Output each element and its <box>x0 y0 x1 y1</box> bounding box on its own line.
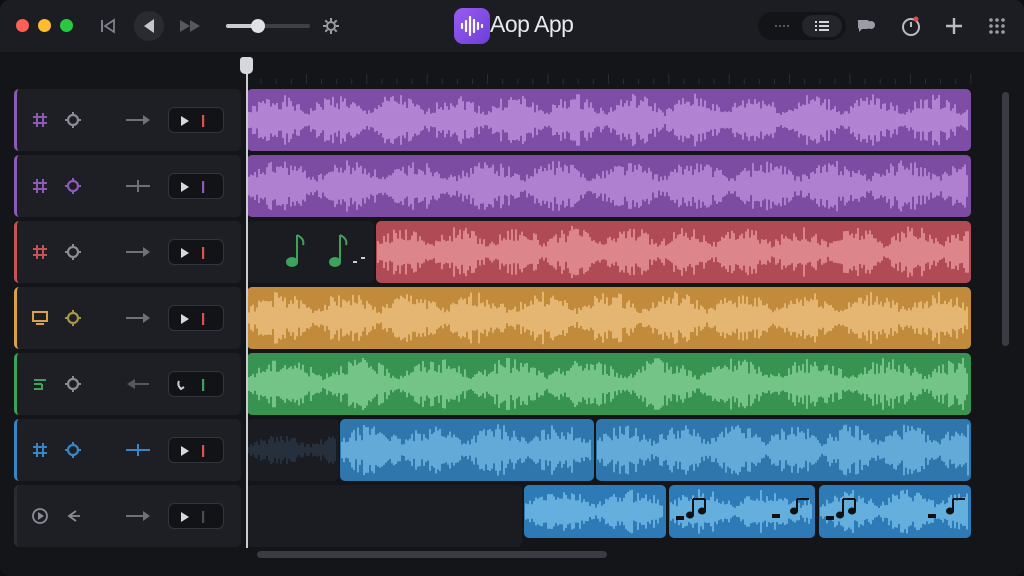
audio-clip[interactable] <box>247 155 971 217</box>
track-play-button[interactable] <box>168 305 224 331</box>
audio-clip[interactable] <box>524 485 666 538</box>
track-header-7[interactable] <box>14 485 241 547</box>
track-header-1[interactable] <box>14 89 241 151</box>
play-reverse-button[interactable] <box>134 11 164 41</box>
audio-clip[interactable] <box>340 419 594 481</box>
audio-clip[interactable] <box>596 419 971 481</box>
puzzle-icon[interactable] <box>64 309 82 327</box>
track-header-4[interactable] <box>14 287 241 349</box>
title-bar: Aop App <box>0 0 1024 53</box>
puzzle-icon[interactable] <box>64 177 82 195</box>
playhead-handle[interactable] <box>240 57 253 74</box>
track-play-button[interactable] <box>168 503 224 529</box>
track-header-3[interactable] <box>14 221 241 283</box>
view-toggle <box>758 12 846 40</box>
audio-clip[interactable] <box>247 353 971 415</box>
skip-back-icon[interactable] <box>98 16 118 36</box>
audio-clip[interactable] <box>247 89 971 151</box>
volume-slider[interactable] <box>226 19 310 33</box>
plus-icon[interactable] <box>942 14 966 38</box>
timer-icon[interactable] <box>899 14 923 38</box>
fast-forward-icon[interactable] <box>178 16 204 36</box>
arrow-right-icon[interactable] <box>123 111 153 129</box>
audio-clip[interactable] <box>669 485 815 538</box>
timeline-ruler[interactable] <box>245 62 972 84</box>
track-play-button[interactable] <box>168 437 224 463</box>
speech-bubble-icon[interactable] <box>855 15 877 37</box>
music-note-icon <box>826 498 965 520</box>
audio-clip[interactable] <box>819 485 971 538</box>
close-window-button[interactable] <box>16 19 29 32</box>
minimize-window-button[interactable] <box>38 19 51 32</box>
empty-region[interactable] <box>247 221 374 283</box>
empty-region[interactable] <box>247 485 522 547</box>
loop-icon[interactable] <box>31 375 49 393</box>
arrow-right-icon[interactable] <box>123 243 153 261</box>
puzzle-icon[interactable] <box>64 111 82 129</box>
puzzle-icon[interactable] <box>64 441 82 459</box>
app-logo <box>454 8 490 44</box>
vertical-scrollbar[interactable] <box>1002 92 1009 346</box>
list-view-icon[interactable] <box>802 15 842 37</box>
plus-line-icon[interactable] <box>123 441 153 459</box>
app-window: Aop App <box>0 0 1024 576</box>
dots-view-icon[interactable] <box>762 15 802 37</box>
track-header-2[interactable] <box>14 155 241 217</box>
monitor-icon[interactable] <box>31 309 49 327</box>
empty-region[interactable] <box>247 419 339 481</box>
arrow-right-icon[interactable] <box>123 309 153 327</box>
app-title: Aop App <box>490 11 574 37</box>
volume-knob[interactable] <box>250 19 265 33</box>
zoom-window-button[interactable] <box>60 19 73 32</box>
play-reverse-icon <box>144 19 154 33</box>
plus-arrow-icon[interactable] <box>123 177 153 195</box>
track-play-button[interactable] <box>168 371 224 397</box>
puzzle-icon[interactable] <box>64 375 82 393</box>
arrow-left-icon[interactable] <box>123 375 153 393</box>
horizontal-scrollbar[interactable] <box>257 551 607 558</box>
arrow-right-icon[interactable] <box>123 507 153 525</box>
track-play-button[interactable] <box>168 107 224 133</box>
music-note-icon <box>676 498 809 520</box>
ring-icon[interactable] <box>31 111 49 129</box>
track-header-6[interactable] <box>14 419 241 481</box>
play-circle-icon[interactable] <box>31 507 49 525</box>
track-play-button[interactable] <box>168 239 224 265</box>
ring-icon[interactable] <box>31 177 49 195</box>
audio-clip[interactable] <box>247 287 971 349</box>
puzzle-icon[interactable] <box>64 243 82 261</box>
audio-clip[interactable] <box>376 221 971 283</box>
track-header-5[interactable] <box>14 353 241 415</box>
waveform-icon <box>460 15 484 37</box>
gear-icon[interactable] <box>320 15 342 37</box>
playhead[interactable] <box>246 58 248 548</box>
ring-icon[interactable] <box>31 243 49 261</box>
arrow-left-icon[interactable] <box>64 507 82 525</box>
music-note-icon <box>286 234 365 267</box>
ring-icon[interactable] <box>31 441 49 459</box>
grid-menu-icon[interactable] <box>985 14 1009 38</box>
track-play-button[interactable] <box>168 173 224 199</box>
